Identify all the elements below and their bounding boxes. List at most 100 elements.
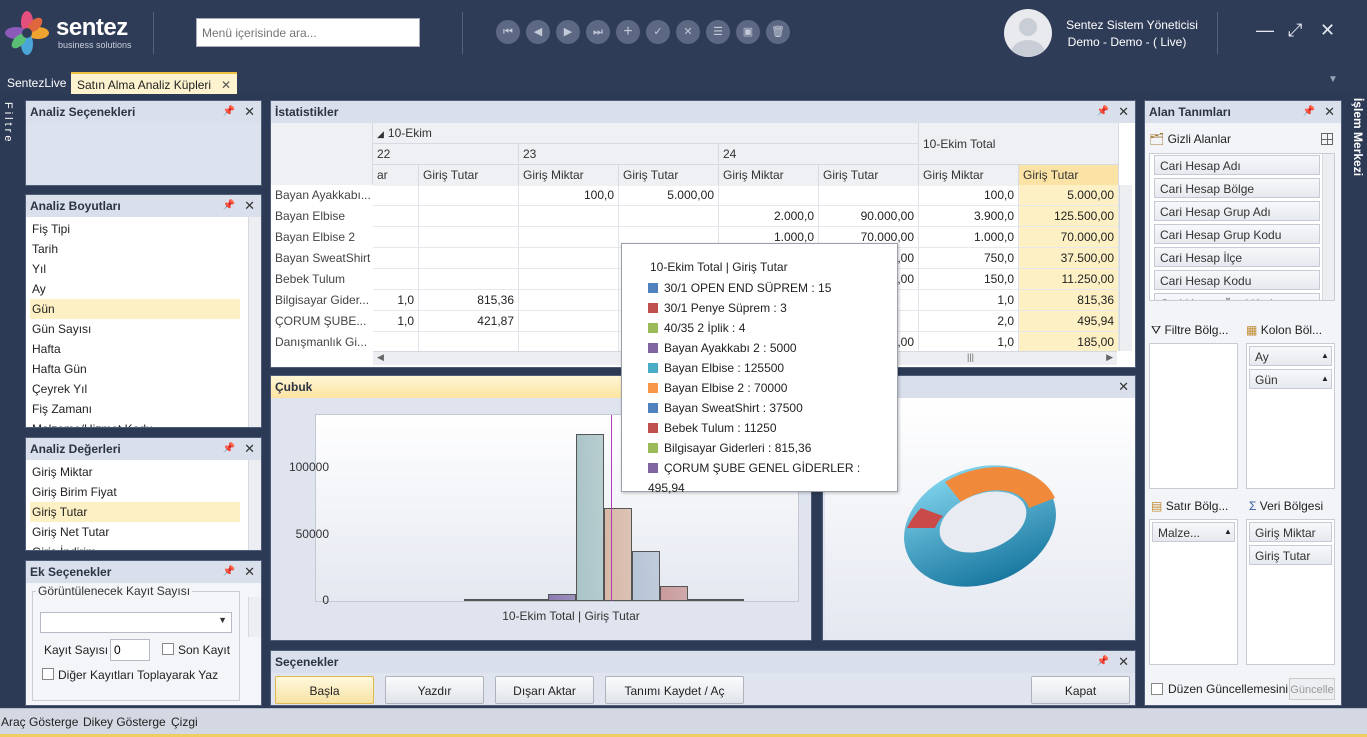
bar[interactable] [688,599,716,601]
pivot-cell[interactable] [373,332,419,351]
pin-icon[interactable]: 📌 [1097,651,1109,673]
pin-icon[interactable]: 📌 [1303,101,1315,123]
row-header[interactable]: Bayan Elbise [271,206,371,227]
pivot-cell[interactable]: 5.000,00 [1019,185,1119,206]
pivot-cell[interactable]: 2,0 [919,311,1019,332]
list-item[interactable]: Gün Sayısı [30,319,240,339]
row-header[interactable]: Danışmanlık Gi... [271,332,371,351]
panel-close-icon[interactable]: ✕ [1324,101,1335,123]
list-item[interactable]: Giriş Net Tutar [30,522,240,542]
minimize-icon[interactable]: — [1256,20,1274,41]
close-icon[interactable]: ✕ [1320,20,1335,41]
bar[interactable] [632,551,660,601]
list-item[interactable]: Giriş Birim Fiyat [30,482,240,502]
list-item[interactable]: Giriş Miktar [30,462,240,482]
scrollbar[interactable] [248,460,261,550]
bar[interactable] [576,434,604,601]
filtre-area[interactable] [1149,343,1238,489]
column-header[interactable]: Giriş Miktar [719,165,819,186]
kolon-field[interactable]: Gün [1249,369,1332,389]
row-header[interactable]: Bayan SweatShirt [271,248,371,269]
list-item[interactable]: Gün [30,299,240,319]
pin-icon[interactable]: 📌 [223,101,235,123]
list-item[interactable]: Fiş Tipi [30,219,240,239]
pivot-cell[interactable] [519,248,619,269]
bar[interactable] [604,508,632,601]
pivot-cell[interactable]: 815,36 [419,290,519,311]
day-header[interactable]: 22 [373,144,519,165]
collapse-icon[interactable]: ◢ [377,129,384,139]
status-item-cizgi[interactable]: Çizgi [171,715,198,729]
list-item[interactable]: Tarih [30,239,240,259]
list-item[interactable]: Malzeme/Hizmet Kodu [30,419,240,427]
field-item[interactable]: Cari Hesap Grup Adı [1154,201,1320,221]
pivot-cell[interactable]: 2.000,0 [719,206,819,227]
satir-field[interactable]: Malze... [1152,522,1235,542]
duzen-checkbox[interactable] [1151,683,1163,695]
list-item[interactable]: Hafta Gün [30,359,240,379]
pivot-cell[interactable] [373,227,419,248]
pivot-cell[interactable]: 11.250,00 [1019,269,1119,290]
panel-close-icon[interactable]: ✕ [1118,101,1129,123]
last-record-icon[interactable]: ⏭ [586,20,610,44]
status-item-dikey-gosterge[interactable]: Dikey Gösterge [83,715,166,729]
column-header[interactable]: Giriş Tutar [619,165,719,186]
pivot-cell[interactable]: 37.500,00 [1019,248,1119,269]
pivot-cell[interactable]: 3.900,0 [919,206,1019,227]
scroll-right-icon[interactable]: ▶ [1106,352,1113,363]
scrollbar[interactable] [248,217,261,427]
pivot-cell[interactable] [419,206,519,227]
column-header[interactable]: ar [373,165,419,186]
pivot-cell[interactable] [419,269,519,290]
total-header[interactable]: 10-Ekim Total [919,123,1119,165]
bar[interactable] [716,599,744,601]
pivot-cell[interactable] [373,248,419,269]
pivot-cell[interactable]: 125.500,00 [1019,206,1119,227]
basla-button[interactable]: Başla [275,676,374,704]
tab-satin-alma-analiz[interactable]: Satın Alma Analiz Küpleri ✕ [71,72,237,94]
field-item[interactable]: Cari Hesap Bölge [1154,178,1320,198]
list-item[interactable]: Hafta [30,339,240,359]
pivot-cell[interactable] [419,227,519,248]
field-item[interactable]: Cari Hesap Grup Kodu [1154,224,1320,244]
list-item[interactable]: Fiş Zamanı [30,399,240,419]
panel-close-icon[interactable]: ✕ [244,101,255,123]
first-record-icon[interactable]: ⏮ [496,20,520,44]
pivot-cell[interactable] [519,206,619,227]
veri-area[interactable]: Giriş Miktar Giriş Tutar [1246,519,1335,665]
pivot-cell[interactable]: 1,0 [919,332,1019,351]
bar[interactable] [660,586,688,601]
bar[interactable] [548,594,576,601]
pivot-cell[interactable]: 815,36 [1019,290,1119,311]
kolon-field[interactable]: Ay [1249,346,1332,366]
image-icon[interactable]: ▣ [736,20,760,44]
row-header[interactable]: Bilgisayar Gider... [271,290,371,311]
field-item[interactable]: Cari Hesap Kodu [1154,270,1320,290]
pin-icon[interactable]: 📌 [1097,101,1109,123]
tanimi-kaydet-button[interactable]: Tanımı Kaydet / Aç [605,676,744,704]
column-header[interactable]: Giriş Miktar [519,165,619,186]
column-header[interactable]: Giriş Tutar [419,165,519,186]
pivot-cell[interactable] [619,206,719,227]
sort-up-icon[interactable]: ▲ [1321,351,1329,360]
field-item[interactable]: Cari Hesap Adı [1154,155,1320,175]
pivot-cell[interactable] [519,290,619,311]
tab-dropdown-icon[interactable]: ▼ [1328,74,1338,85]
field-item[interactable]: Cari Hesap İlçe [1154,247,1320,267]
pivot-cell[interactable]: 90.000,00 [819,206,919,227]
pivot-cell[interactable] [373,185,419,206]
veri-field[interactable]: Giriş Miktar [1249,522,1332,542]
row-header[interactable]: Bebek Tulum [271,269,371,290]
pivot-cell[interactable]: 1,0 [919,290,1019,311]
list-icon[interactable]: ☰ [706,20,730,44]
row-header[interactable]: ÇORUM ŞUBE... [271,311,371,332]
pivot-cell[interactable]: 1,0 [373,290,419,311]
avatar[interactable] [1004,9,1052,57]
pivot-cell[interactable] [373,269,419,290]
scrollbar[interactable] [1322,154,1334,300]
pivot-cell[interactable]: 1.000,0 [919,227,1019,248]
month-header[interactable]: ◢ 10-Ekim [373,123,919,144]
delete-icon[interactable]: 🗑 [766,20,790,44]
list-item[interactable]: Giriş İndirim [30,542,240,550]
panel-close-icon[interactable]: ✕ [244,195,255,217]
